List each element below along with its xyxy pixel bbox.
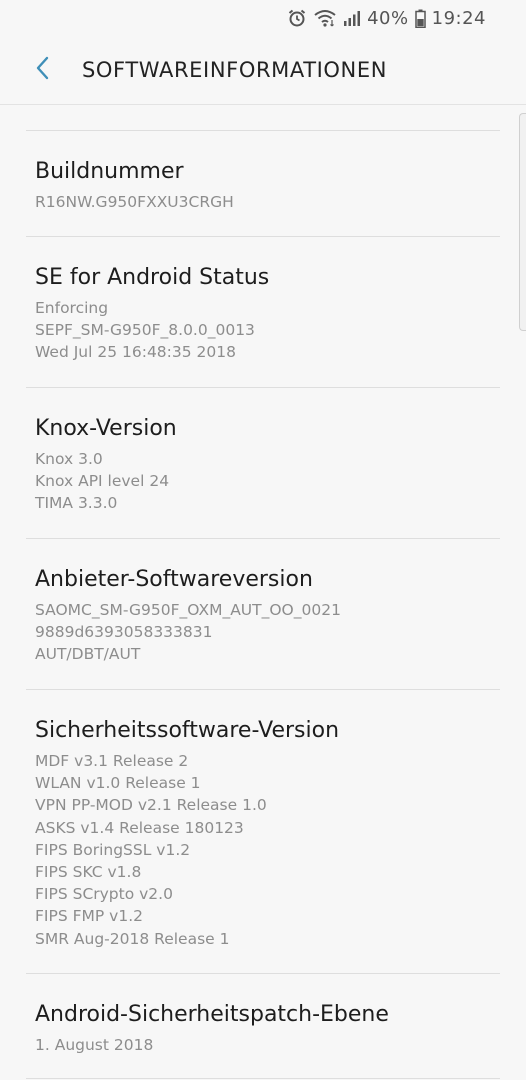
- item-value: FIPS SCrypto v2.0: [35, 885, 173, 904]
- divider: [26, 689, 500, 690]
- item-value: Enforcing: [35, 299, 109, 317]
- item-value: VPN PP-MOD v2.1 Release 1.0: [35, 796, 267, 815]
- info-item-anbieter-softwareversion[interactable]: Anbieter-Softwareversion SAOMC_SM-G950F_…: [0, 565, 526, 666]
- item-value: SMR Aug-2018 Release 1: [35, 929, 230, 948]
- divider: [26, 387, 500, 388]
- alarm-icon: [287, 8, 307, 28]
- divider: [26, 130, 500, 131]
- wifi-icon: [313, 8, 337, 28]
- info-item-sicherheitssoftware-version[interactable]: Sicherheitssoftware-Version MDF v3.1 Rel…: [0, 716, 526, 950]
- status-bar: 40% 19:24: [0, 0, 526, 36]
- item-title: Buildnummer: [35, 159, 184, 184]
- clock: 19:24: [431, 7, 486, 29]
- item-value: ASKS v1.4 Release 180123: [35, 818, 244, 837]
- item-value: Knox 3.0: [35, 450, 103, 468]
- item-title: SE for Android Status: [35, 265, 270, 290]
- info-item-knox-version[interactable]: Knox-Version Knox 3.0 Knox API level 24 …: [0, 414, 526, 515]
- item-value: SAOMC_SM-G950F_OXM_AUT_OO_0021: [35, 601, 341, 619]
- item-value: AUT/DBT/AUT: [35, 645, 141, 664]
- battery-icon: [414, 8, 426, 28]
- signal-icon: [343, 8, 361, 28]
- info-item-buildnummer[interactable]: Buildnummer R16NW.G950FXXU3CRGH: [0, 157, 526, 213]
- scrollbar[interactable]: [519, 113, 526, 331]
- item-value: R16NW.G950FXXU3CRGH: [35, 193, 234, 211]
- screen: 40% 19:24 SOFTWAREINFORMATIONEN Buildnum…: [0, 0, 526, 1080]
- divider: [26, 973, 500, 974]
- item-value: Wed Jul 25 16:48:35 2018: [35, 343, 236, 362]
- divider: [26, 1078, 500, 1079]
- item-title: Knox-Version: [35, 416, 177, 441]
- item-value: FIPS FMP v1.2: [35, 907, 143, 926]
- battery-percent: 40%: [367, 7, 409, 29]
- chevron-left-icon: [33, 55, 51, 85]
- item-title: Sicherheitssoftware-Version: [35, 718, 340, 743]
- app-bar: SOFTWAREINFORMATIONEN: [0, 36, 526, 105]
- item-value: SEPF_SM-G950F_8.0.0_0013: [35, 321, 255, 340]
- info-item-android-sicherheitspatch-ebene[interactable]: Android-Sicherheitspatch-Ebene 1. August…: [0, 1000, 526, 1056]
- divider: [26, 538, 500, 539]
- item-value: 1. August 2018: [35, 1036, 154, 1054]
- item-value: TIMA 3.3.0: [35, 494, 118, 513]
- item-title: Anbieter-Softwareversion: [35, 567, 313, 592]
- item-value: WLAN v1.0 Release 1: [35, 774, 201, 793]
- info-item-se-android-status[interactable]: SE for Android Status Enforcing SEPF_SM-…: [0, 263, 526, 364]
- info-list: Buildnummer R16NW.G950FXXU3CRGH SE for A…: [0, 105, 526, 1080]
- item-value: FIPS SKC v1.8: [35, 863, 142, 882]
- divider: [26, 236, 500, 237]
- item-value: FIPS BoringSSL v1.2: [35, 840, 191, 859]
- item-value: MDF v3.1 Release 2: [35, 752, 189, 770]
- item-value: 9889d6393058333831: [35, 623, 213, 642]
- page-title: SOFTWAREINFORMATIONEN: [82, 58, 388, 82]
- back-button[interactable]: [12, 36, 72, 104]
- item-value: Knox API level 24: [35, 472, 170, 491]
- item-title: Android-Sicherheitspatch-Ebene: [35, 1002, 389, 1027]
